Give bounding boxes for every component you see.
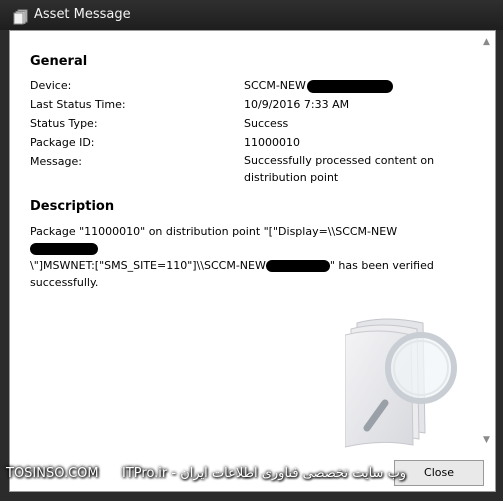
redaction-mark <box>265 260 330 272</box>
redaction-mark <box>30 243 98 255</box>
watermark-right: وب سایت تخصصی فناوری اطلاعات ایران - ITP… <box>122 466 407 481</box>
asset-message-window: Asset Message General Device: SCCM-NEW L… <box>0 0 503 501</box>
description-text: Package "11000010" on distribution point… <box>30 223 460 291</box>
status-type-value: Success <box>244 117 289 130</box>
asset-message-icon <box>13 9 29 25</box>
dialog-body: General Device: SCCM-NEW Last Status Tim… <box>9 30 496 492</box>
last-status-time-label: Last Status Time: <box>30 98 126 111</box>
general-heading: General <box>30 54 88 69</box>
device-value: SCCM-NEW <box>244 77 444 94</box>
message-value: Successfully processed content on distri… <box>244 154 435 184</box>
description-heading: Description <box>30 199 115 214</box>
redaction-mark <box>306 79 393 93</box>
package-id-label: Package ID: <box>30 136 95 149</box>
package-id-value: 11000010 <box>244 136 300 149</box>
scroll-up-icon[interactable]: ▲ <box>483 37 490 47</box>
magnifier-documents-icon <box>344 303 465 462</box>
message-label: Message: <box>30 155 82 168</box>
message-content: General Device: SCCM-NEW Last Status Tim… <box>10 31 480 491</box>
device-name: SCCM-NEW <box>244 79 306 92</box>
scroll-down-icon[interactable]: ▼ <box>483 435 490 445</box>
watermark-left: TOSINSO.COM <box>6 466 99 481</box>
last-status-time-value: 10/9/2016 7:33 AM <box>244 98 350 111</box>
close-button[interactable]: Close <box>394 460 484 486</box>
window-title: Asset Message <box>34 7 131 22</box>
description-line-1: Package "11000010" on distribution point… <box>30 225 398 238</box>
title-bar[interactable]: Asset Message <box>0 0 503 30</box>
status-type-label: Status Type: <box>30 117 98 130</box>
vertical-scrollbar[interactable]: ▲ ▼ <box>479 31 495 491</box>
device-label: Device: <box>30 79 72 92</box>
description-line-2: \"]MSWNET:["SMS_SITE=110"]\\SCCM-NEW <box>30 259 266 272</box>
